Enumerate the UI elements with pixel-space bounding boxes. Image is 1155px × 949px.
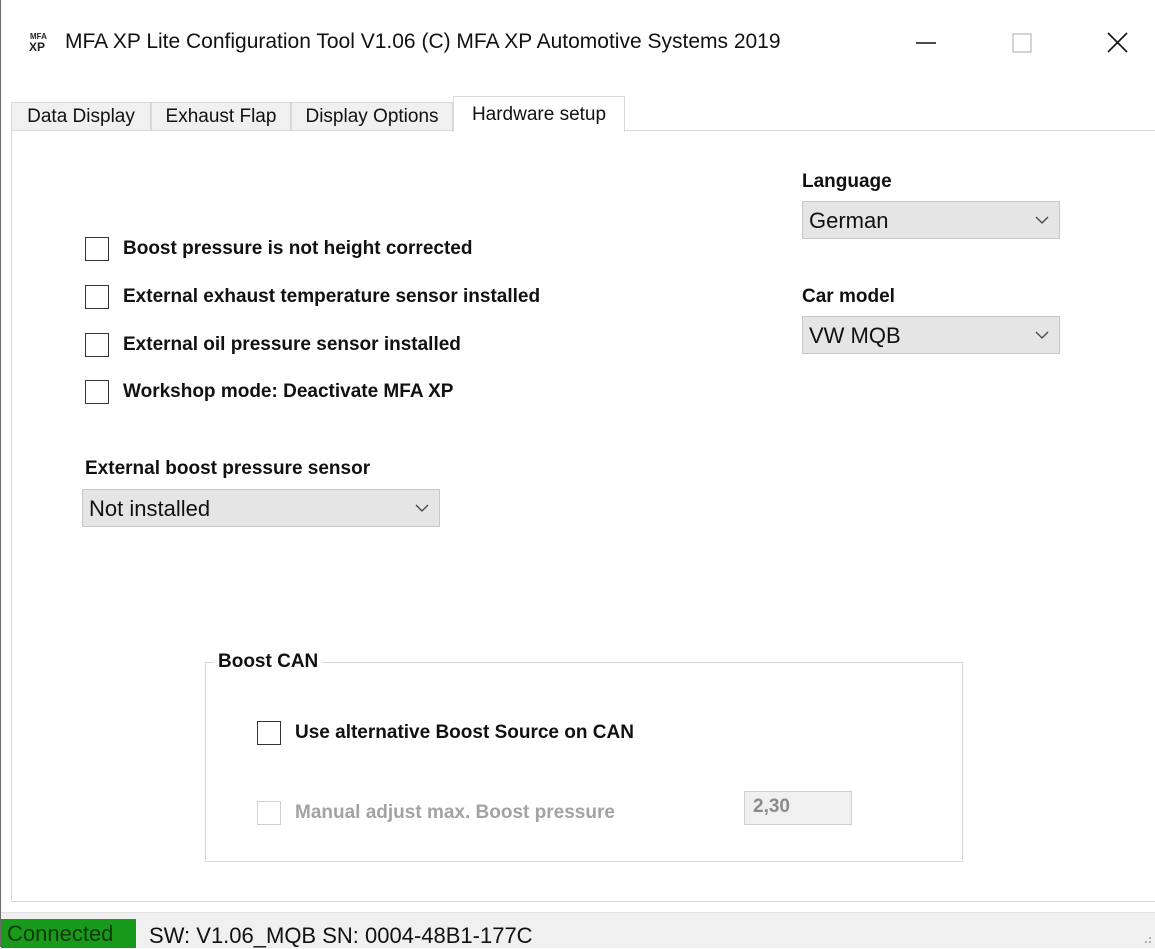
alt-boost-source-checkbox[interactable] xyxy=(257,721,281,745)
boost-can-title: Boost CAN xyxy=(214,651,323,673)
close-icon xyxy=(1107,32,1128,53)
title-bar[interactable]: MFA XP MFA XP Lite Configuration Tool V1… xyxy=(1,0,1155,88)
resize-grip-icon[interactable] xyxy=(1142,934,1152,944)
tab-hardware-setup[interactable]: Hardware setup xyxy=(453,96,625,132)
app-window: MFA XP MFA XP Lite Configuration Tool V1… xyxy=(0,0,1155,948)
tab-strip: Data Display Exhaust Flap Display Option… xyxy=(11,96,1155,132)
boost-sensor-dropdown[interactable]: Not installed xyxy=(82,489,440,527)
option-exhaust-temp-sensor[interactable]: External exhaust temperature sensor inst… xyxy=(85,285,685,315)
maximize-button[interactable] xyxy=(1009,28,1039,58)
close-button[interactable] xyxy=(1103,28,1133,58)
oil-pressure-sensor-label[interactable]: External oil pressure sensor installed xyxy=(123,334,461,356)
workshop-mode-label[interactable]: Workshop mode: Deactivate MFA XP xyxy=(123,381,453,403)
height-corrected-label[interactable]: Boost pressure is not height corrected xyxy=(123,238,472,260)
manual-adjust-checkbox xyxy=(257,801,281,825)
option-manual-adjust: Manual adjust max. Boost pressure xyxy=(257,801,717,831)
tab-exhaust-flap[interactable]: Exhaust Flap xyxy=(151,102,291,130)
boost-sensor-label: External boost pressure sensor xyxy=(85,458,371,479)
manual-adjust-label: Manual adjust max. Boost pressure xyxy=(295,802,615,823)
svg-text:XP: XP xyxy=(29,40,45,54)
option-oil-pressure-sensor[interactable]: External oil pressure sensor installed xyxy=(85,333,645,363)
chevron-down-icon xyxy=(415,504,429,512)
exhaust-temp-sensor-label[interactable]: External exhaust temperature sensor inst… xyxy=(123,286,540,308)
language-value: German xyxy=(809,208,889,233)
window-title: MFA XP Lite Configuration Tool V1.06 (C)… xyxy=(65,30,781,53)
car-model-value: VW MQB xyxy=(809,323,901,348)
oil-pressure-sensor-checkbox[interactable] xyxy=(85,333,109,357)
device-info: SW: V1.06_MQB SN: 0004-48B1-177C xyxy=(149,923,533,948)
language-label: Language xyxy=(802,171,892,192)
tab-display-options[interactable]: Display Options xyxy=(291,102,453,130)
car-model-label: Car model xyxy=(802,286,895,307)
option-height-corrected[interactable]: Boost pressure is not height corrected xyxy=(85,237,645,267)
boost-can-group: Boost CAN Use alternative Boost Source o… xyxy=(205,651,963,862)
connection-status: Connected xyxy=(1,919,136,948)
height-corrected-checkbox[interactable] xyxy=(85,237,109,261)
option-workshop-mode[interactable]: Workshop mode: Deactivate MFA XP xyxy=(85,380,645,410)
alt-boost-source-label[interactable]: Use alternative Boost Source on CAN xyxy=(295,722,634,744)
language-dropdown[interactable]: German xyxy=(802,201,1060,239)
hardware-setup-panel: Boost pressure is not height corrected E… xyxy=(11,130,1155,902)
boost-sensor-value: Not installed xyxy=(89,496,211,521)
tab-data-display[interactable]: Data Display xyxy=(11,102,151,130)
chevron-down-icon xyxy=(1035,331,1049,339)
workshop-mode-checkbox[interactable] xyxy=(85,380,109,404)
max-boost-pressure-input: 2,30 xyxy=(744,791,852,825)
app-logo-icon: MFA XP xyxy=(29,30,61,56)
option-alt-boost-source[interactable]: Use alternative Boost Source on CAN xyxy=(257,721,777,751)
minimize-button[interactable] xyxy=(913,28,943,58)
status-bar: Connected SW: V1.06_MQB SN: 0004-48B1-17… xyxy=(1,912,1155,948)
exhaust-temp-sensor-checkbox[interactable] xyxy=(85,285,109,309)
chevron-down-icon xyxy=(1035,216,1049,224)
maximize-icon xyxy=(1012,33,1032,53)
car-model-dropdown[interactable]: VW MQB xyxy=(802,316,1060,354)
minimize-icon xyxy=(916,42,936,44)
